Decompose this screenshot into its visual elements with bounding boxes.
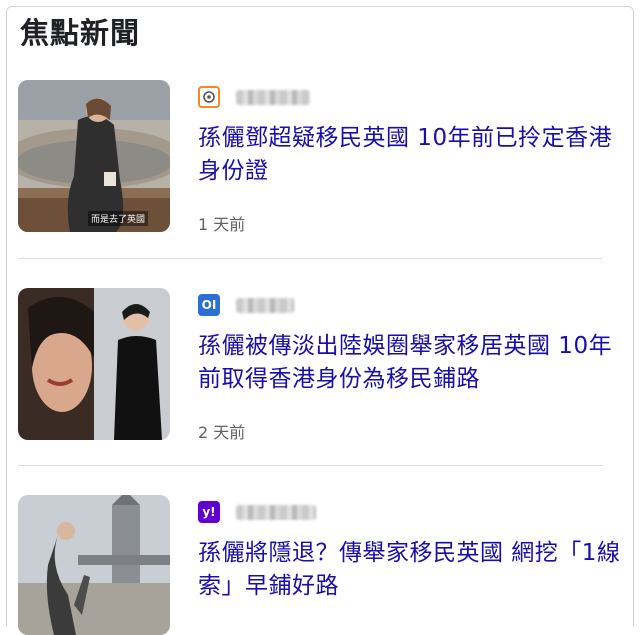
- news-item[interactable]: 而是去了英國 publisher 孫儷鄧超疑移民英國 10年前已拎定香港身份證 …: [18, 80, 622, 234]
- article-thumbnail[interactable]: 而是去了英國: [18, 80, 170, 232]
- news-item[interactable]: OI publisher 孫儷被傳淡出陸娛圈舉家移居英國 10年前取得香港身份為…: [18, 288, 622, 442]
- article-thumbnail[interactable]: [18, 288, 170, 440]
- article-time: 1 天前: [198, 215, 246, 234]
- publisher-name: publisher: [236, 505, 316, 520]
- publisher-name: publisher: [236, 298, 294, 313]
- orange-outline-logo-icon: [198, 86, 220, 108]
- article-headline[interactable]: 孫儷將隱退？傳舉家移民英國 網挖「1線索」早鋪好路: [198, 537, 622, 603]
- blue-oi-logo-icon: OI: [198, 294, 220, 316]
- article-thumbnail[interactable]: [18, 495, 170, 635]
- oi-logo-text: OI: [201, 298, 217, 312]
- publisher-name: publisher: [236, 90, 310, 105]
- section-title: 焦點新聞: [20, 16, 141, 50]
- divider: [18, 258, 602, 259]
- divider: [18, 465, 602, 466]
- yahoo-logo-text: y!: [202, 505, 216, 519]
- article-time: 2 天前: [198, 423, 246, 442]
- yahoo-logo-icon: y!: [198, 501, 220, 523]
- article-headline[interactable]: 孫儷被傳淡出陸娛圈舉家移居英國 10年前取得香港身份為移民鋪路: [198, 330, 622, 396]
- thumbnail-caption: 而是去了英國: [88, 211, 149, 226]
- news-item[interactable]: y! publisher 孫儷將隱退？傳舉家移民英國 網挖「1線索」早鋪好路: [18, 495, 622, 635]
- article-headline[interactable]: 孫儷鄧超疑移民英國 10年前已拎定香港身份證: [198, 122, 622, 188]
